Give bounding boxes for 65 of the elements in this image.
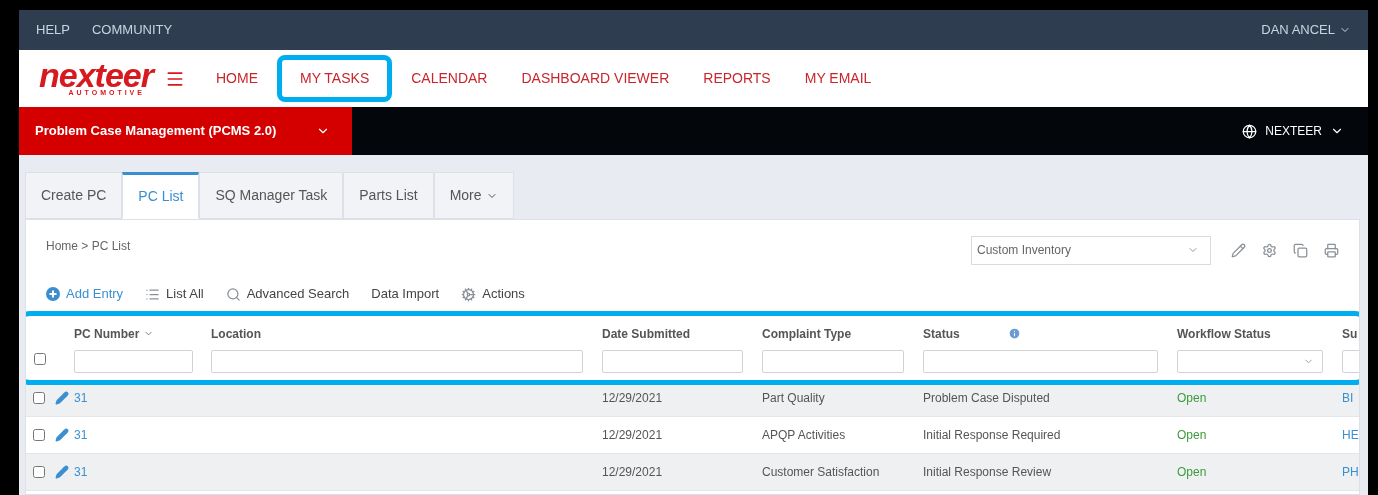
table-cell: Part Quality xyxy=(762,391,825,405)
nav-link[interactable]: CALENDAR xyxy=(394,55,505,102)
table-cell: 12/29/2021 xyxy=(602,391,663,405)
toolbar-button[interactable]: Actions xyxy=(461,284,525,304)
table-cell: Open xyxy=(1177,428,1207,442)
select-all-checkbox[interactable] xyxy=(34,353,46,365)
tab[interactable]: Parts List xyxy=(343,172,434,219)
pc-number-link[interactable]: 31 xyxy=(74,428,88,442)
column-header[interactable]: Su xyxy=(1342,324,1358,343)
column-header[interactable]: Location xyxy=(211,324,261,343)
breadcrumb: Home > PC List xyxy=(46,238,131,255)
gears-icon xyxy=(461,286,477,302)
table-cell: Open xyxy=(1177,465,1207,479)
add-icon xyxy=(46,287,60,301)
row-checkbox[interactable] xyxy=(33,466,45,478)
tab[interactable]: PC List xyxy=(122,172,200,219)
tab[interactable]: More xyxy=(433,172,514,219)
filter-field[interactable] xyxy=(923,349,1158,373)
nav-link[interactable]: REPORTS xyxy=(686,55,788,102)
org-selector[interactable]: NEXTEER xyxy=(1242,107,1344,155)
table-cell: Customer Satisfaction xyxy=(762,465,880,479)
table-cell: 12/29/2021 xyxy=(602,465,663,479)
top-link[interactable]: COMMUNITY xyxy=(91,20,173,40)
table-cell: Initial Response Required xyxy=(923,428,1061,442)
search-icon xyxy=(225,286,241,302)
nav-link[interactable]: HOME xyxy=(198,55,275,102)
toolbar-button[interactable]: Add Entry xyxy=(46,284,124,304)
filter-field[interactable] xyxy=(211,349,583,373)
column-header[interactable]: Date Submitted xyxy=(602,324,690,343)
filter-field[interactable] xyxy=(74,349,193,373)
column-header[interactable]: PC Number xyxy=(74,324,155,343)
table-cell: Open xyxy=(1177,391,1207,405)
settings-icon[interactable] xyxy=(1262,242,1277,258)
table-cell: Initial Response Review xyxy=(923,465,1052,479)
filter-field[interactable] xyxy=(762,349,904,373)
edit-icon[interactable] xyxy=(1231,242,1246,258)
list-icon xyxy=(145,286,161,302)
column-header[interactable]: Complaint Type xyxy=(762,324,852,343)
edit-icon[interactable] xyxy=(55,391,69,405)
user-menu[interactable]: DAN ANCEL xyxy=(1261,20,1351,40)
copy-icon[interactable] xyxy=(1293,242,1308,258)
filter-field[interactable] xyxy=(602,349,743,373)
print-icon[interactable] xyxy=(1324,242,1339,258)
toolbar-button[interactable]: Advanced Search xyxy=(225,284,350,304)
row-checkbox[interactable] xyxy=(33,392,45,404)
toolbar-button[interactable]: List All xyxy=(145,284,204,304)
view-select[interactable]: Custom Inventory xyxy=(971,235,1211,265)
row-checkbox[interactable] xyxy=(33,429,45,441)
top-link[interactable]: HELP xyxy=(36,20,70,40)
nav-link[interactable]: MY TASKS xyxy=(276,55,393,102)
toolbar-button[interactable]: Data Import xyxy=(371,284,440,304)
info-icon[interactable] xyxy=(1007,327,1021,340)
tab[interactable]: SQ Manager Task xyxy=(199,172,344,219)
column-header[interactable]: Workflow Status xyxy=(1177,324,1271,343)
edit-icon[interactable] xyxy=(55,465,69,479)
nav-link[interactable]: MY EMAIL xyxy=(787,55,889,102)
column-header[interactable]: Status xyxy=(923,324,1021,343)
edit-icon[interactable] xyxy=(55,428,69,442)
table-cell: Problem Case Disputed xyxy=(923,391,1050,405)
globe-icon xyxy=(1242,123,1258,139)
table-cell: 12/29/2021 xyxy=(602,428,663,442)
tab[interactable]: Create PC xyxy=(25,172,123,219)
nav-link[interactable]: DASHBOARD VIEWER xyxy=(504,55,687,102)
module-selector[interactable]: Problem Case Management (PCMS 2.0) xyxy=(19,107,352,155)
table-cell: APQP Activities xyxy=(762,428,846,442)
